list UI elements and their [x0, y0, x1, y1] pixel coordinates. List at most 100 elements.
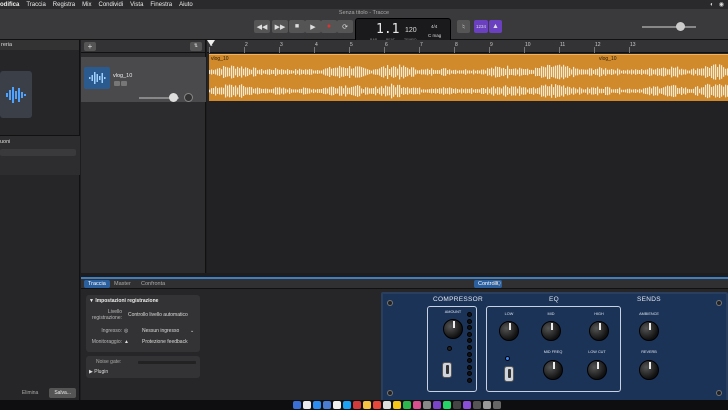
- add-track-button[interactable]: +: [84, 42, 96, 51]
- waveform-sample: [341, 86, 343, 96]
- tab-traccia[interactable]: Traccia: [84, 280, 110, 288]
- ruler-tick: [419, 47, 420, 53]
- app-icon[interactable]: [393, 401, 401, 409]
- track-filter-button[interactable]: ⇅: [190, 42, 202, 51]
- waveform-sample: [581, 69, 583, 75]
- waveform-sample: [689, 89, 691, 93]
- tuner-button[interactable]: ♮: [457, 20, 470, 33]
- compressor-toggle[interactable]: [442, 362, 452, 378]
- menu-registra[interactable]: Registra: [53, 2, 75, 8]
- recording-settings-header[interactable]: ▼ Impostazioni registrazione: [89, 298, 158, 304]
- safari-icon[interactable]: [313, 401, 321, 409]
- waveform-sample: [457, 70, 459, 74]
- launchpad-icon[interactable]: [303, 401, 311, 409]
- mute-button[interactable]: [114, 81, 120, 86]
- waveform-sample: [359, 66, 361, 78]
- app-icon[interactable]: [483, 401, 491, 409]
- livello-value[interactable]: Controllo livello automatico: [128, 312, 188, 318]
- waveform-sample: [369, 88, 371, 94]
- app-icon[interactable]: [403, 401, 411, 409]
- ingresso-select[interactable]: Nessun ingresso: [142, 328, 179, 334]
- ruler[interactable]: 1 2 3 4 5 6 7 8 9 10 11 12 13: [207, 40, 728, 53]
- waveform-sample: [611, 69, 613, 75]
- trash-icon[interactable]: [493, 401, 501, 409]
- finder-icon[interactable]: [293, 401, 301, 409]
- mail-icon[interactable]: [323, 401, 331, 409]
- eq-toggle[interactable]: [504, 366, 514, 382]
- control-center-icon[interactable]: ◉: [719, 1, 724, 8]
- waveform-sample: [361, 67, 363, 77]
- low-knob[interactable]: [499, 321, 519, 341]
- menu-condividi[interactable]: Condividi: [98, 2, 123, 8]
- rewind-button[interactable]: ◀◀: [254, 20, 270, 33]
- eq-title: EQ: [549, 296, 559, 303]
- waveform-sample: [271, 89, 273, 93]
- waveform-sample: [657, 68, 659, 76]
- waveform-sample: [541, 85, 543, 97]
- tab-eq[interactable]: EQ: [489, 280, 505, 288]
- noise-gate-slider[interactable]: [138, 361, 196, 364]
- audio-region[interactable]: vlog_10 vlog_10: [209, 54, 728, 101]
- master-volume-slider[interactable]: [642, 26, 696, 28]
- track-name[interactable]: vlog_10: [113, 73, 132, 79]
- waveform-sample: [667, 85, 669, 97]
- menu-traccia[interactable]: Traccia: [26, 2, 45, 8]
- menu-vista[interactable]: Vista: [130, 2, 143, 8]
- save-button[interactable]: Salva...: [49, 388, 76, 398]
- app-icon[interactable]: [353, 401, 361, 409]
- waveform-sample: [475, 70, 477, 74]
- mid-freq-knob[interactable]: [543, 360, 563, 380]
- waveform-sample: [679, 69, 681, 75]
- app-icon[interactable]: [463, 401, 471, 409]
- playhead[interactable]: [207, 40, 215, 46]
- library-search-field[interactable]: [0, 149, 76, 156]
- track-pan-knob[interactable]: [184, 93, 193, 102]
- whatsapp-icon[interactable]: [443, 401, 451, 409]
- monitoring-icon[interactable]: ▲: [124, 339, 129, 345]
- stop-button[interactable]: ■: [289, 20, 305, 33]
- metronome-button[interactable]: ▲: [489, 20, 502, 33]
- tab-master[interactable]: Master: [110, 280, 135, 288]
- low-cut-knob[interactable]: [587, 360, 607, 380]
- menu-modifica[interactable]: odifica: [0, 2, 19, 8]
- waveform-sample: [505, 85, 507, 97]
- app-icon[interactable]: [413, 401, 421, 409]
- high-knob[interactable]: [589, 321, 609, 341]
- calendar-icon[interactable]: [333, 401, 341, 409]
- delete-button[interactable]: Elimina: [17, 388, 43, 398]
- reverb-knob[interactable]: [639, 360, 659, 380]
- record-button[interactable]: ●: [321, 20, 337, 33]
- menu-mix[interactable]: Mix: [82, 2, 91, 8]
- menu-finestra[interactable]: Finestra: [150, 2, 172, 8]
- waveform-sample: [323, 69, 325, 75]
- ambience-knob[interactable]: [639, 321, 659, 341]
- app-icon[interactable]: [423, 401, 431, 409]
- waveform-sample: [333, 68, 335, 76]
- telegram-icon[interactable]: [343, 401, 351, 409]
- app-icon[interactable]: [433, 401, 441, 409]
- master-volume-knob[interactable]: [676, 22, 685, 31]
- preview-icon[interactable]: [383, 401, 391, 409]
- waveform-icon: [6, 86, 26, 103]
- mid-knob[interactable]: [541, 321, 561, 341]
- track-volume-knob[interactable]: [169, 93, 178, 102]
- menu-aiuto[interactable]: Aiuto: [179, 2, 193, 8]
- status-icon[interactable]: ◐: [710, 2, 714, 8]
- amount-knob[interactable]: [443, 319, 463, 339]
- plugin-disclosure[interactable]: ▶ Plugin: [89, 369, 108, 375]
- waveform-sample: [475, 88, 477, 94]
- app-icon[interactable]: [473, 401, 481, 409]
- play-button[interactable]: ▶: [305, 20, 321, 33]
- notes-icon[interactable]: [363, 401, 371, 409]
- waveform-sample: [375, 86, 377, 96]
- cycle-button[interactable]: ⟳: [337, 20, 353, 33]
- tab-confronta[interactable]: Confronta: [137, 280, 169, 288]
- waveform-sample: [231, 65, 233, 79]
- forward-button[interactable]: ▶▶: [272, 20, 288, 33]
- track-header[interactable]: vlog_10: [81, 57, 206, 102]
- garageband-icon[interactable]: [453, 401, 461, 409]
- headphones-icon[interactable]: [121, 81, 127, 86]
- count-in-button[interactable]: 1234: [474, 20, 488, 33]
- waveform-sample: [253, 67, 255, 77]
- reminders-icon[interactable]: [373, 401, 381, 409]
